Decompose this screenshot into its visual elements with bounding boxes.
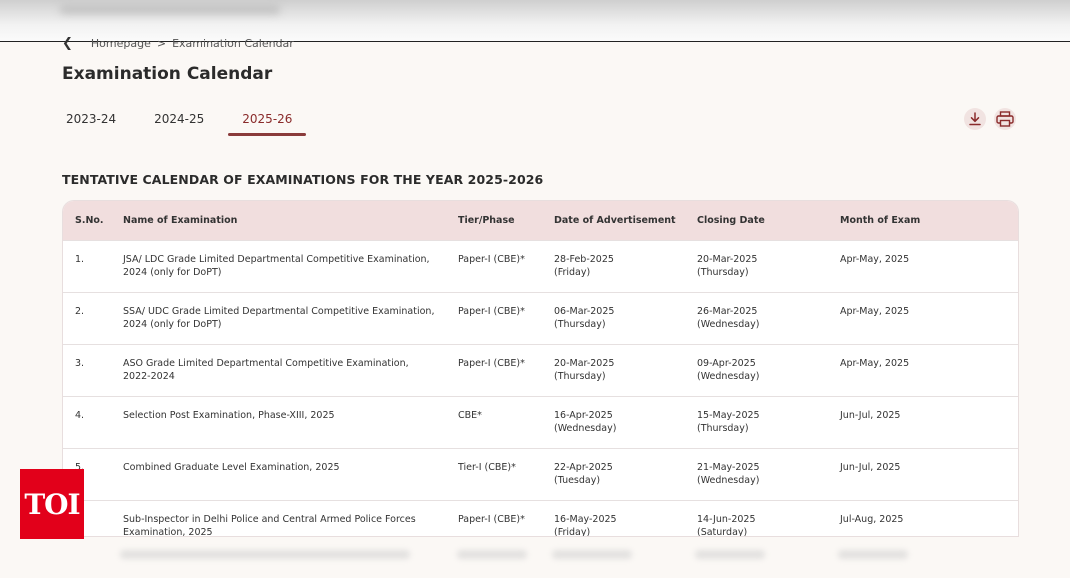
adv-day: (Wednesday)	[554, 423, 617, 434]
cell-close-date: 26-Mar-2025 (Wednesday)	[685, 291, 828, 344]
cell-exam-name: JSA/ LDC Grade Limited Departmental Comp…	[111, 239, 446, 292]
adv-day: (Tuesday)	[554, 475, 601, 486]
table-row: 5. Combined Graduate Level Examination, …	[63, 447, 1018, 500]
close-day: (Wednesday)	[697, 371, 760, 382]
cell-close-date: 14-Jun-2025 (Saturday)	[685, 499, 828, 537]
header-tier-phase: Tier/Phase	[458, 214, 515, 226]
breadcrumb-separator: >	[156, 36, 167, 50]
cell-tier: Paper-I (CBE)*	[446, 499, 542, 536]
breadcrumb-current: Examination Calendar	[172, 36, 294, 50]
table-row: 3. ASO Grade Limited Departmental Compet…	[63, 343, 1018, 396]
close-date: 15-May-2025	[697, 409, 760, 421]
close-day: (Saturday)	[697, 527, 748, 537]
close-day: (Thursday)	[697, 423, 749, 434]
tab-2025-26[interactable]: 2025-26	[228, 106, 307, 136]
toi-watermark-logo: TOI	[20, 469, 84, 539]
header-exam-name: Name of Examination	[123, 214, 238, 226]
cell-month: Jun-Jul, 2025	[828, 395, 1018, 448]
section-title: TENTATIVE CALENDAR OF EXAMINATIONS FOR T…	[62, 172, 544, 187]
cell-month: Apr-May, 2025	[828, 291, 1018, 344]
adv-day: (Thursday)	[554, 319, 606, 330]
cell-tier: Paper-I (CBE)*	[446, 239, 542, 292]
cell-close-date: 21-May-2025 (Wednesday)	[685, 447, 828, 500]
cell-month: Jun-Jul, 2025	[828, 447, 1018, 500]
close-day: (Thursday)	[697, 267, 749, 278]
cell-close-date: 20-Mar-2025 (Thursday)	[685, 239, 828, 292]
adv-date: 06-Mar-2025	[554, 305, 615, 317]
cell-sno: 4.	[63, 395, 111, 448]
table-row: 2. SSA/ UDC Grade Limited Departmental C…	[63, 291, 1018, 344]
cell-sno: 3.	[63, 343, 111, 396]
exam-calendar-table: S.No. Name of Examination Tier/Phase Dat…	[62, 200, 1019, 537]
close-day: (Wednesday)	[697, 475, 760, 486]
page-title: Examination Calendar	[62, 64, 273, 84]
tab-2024-25[interactable]: 2024-25	[150, 106, 208, 136]
header-placeholder	[60, 4, 280, 14]
header-exam-month: Month of Exam	[840, 214, 921, 226]
cell-month: Apr-May, 2025	[828, 239, 1018, 292]
cell-adv-date: 20-Mar-2025 (Thursday)	[542, 343, 685, 396]
adv-day: (Friday)	[554, 527, 591, 537]
table-row: 6. Sub-Inspector in Delhi Police and Cen…	[63, 499, 1018, 537]
cell-tier: CBE*	[446, 395, 542, 448]
cell-exam-name: Sub-Inspector in Delhi Police and Centra…	[111, 499, 446, 536]
blurred-next-row	[62, 538, 1019, 578]
header-closing-date: Closing Date	[697, 214, 765, 226]
adv-day: (Friday)	[554, 267, 591, 278]
cell-month: Jul-Aug, 2025	[828, 499, 1018, 536]
table-header-row: S.No. Name of Examination Tier/Phase Dat…	[63, 201, 1018, 240]
print-button[interactable]	[994, 108, 1016, 130]
cell-close-date: 15-May-2025 (Thursday)	[685, 395, 828, 448]
cell-adv-date: 06-Mar-2025 (Thursday)	[542, 291, 685, 344]
cell-sno: 1.	[63, 239, 111, 292]
cell-month: Apr-May, 2025	[828, 343, 1018, 396]
cell-adv-date: 16-May-2025 (Friday)	[542, 499, 685, 537]
printer-icon	[996, 111, 1014, 127]
cell-adv-date: 28-Feb-2025 (Friday)	[542, 239, 685, 292]
breadcrumb-home[interactable]: Homepage	[91, 37, 151, 50]
adv-date: 16-May-2025	[554, 513, 617, 525]
cell-exam-name: Combined Graduate Level Examination, 202…	[111, 447, 446, 500]
adv-date: 16-Apr-2025	[554, 409, 613, 421]
adv-date: 28-Feb-2025	[554, 253, 614, 265]
header-advertisement-date: Date of Advertisement	[554, 214, 676, 226]
close-date: 20-Mar-2025	[697, 253, 758, 265]
cell-exam-name: Selection Post Examination, Phase-XIII, …	[111, 395, 446, 448]
table-row: 4. Selection Post Examination, Phase-XII…	[63, 395, 1018, 448]
tab-2023-24[interactable]: 2023-24	[62, 106, 120, 136]
download-icon	[969, 112, 981, 126]
cell-sno: 2.	[63, 291, 111, 344]
breadcrumb: ❮ Homepage > Examination Calendar	[62, 36, 294, 50]
close-date: 09-Apr-2025	[697, 357, 756, 369]
cell-tier: Paper-I (CBE)*	[446, 291, 542, 344]
adv-day: (Thursday)	[554, 371, 606, 382]
close-date: 26-Mar-2025	[697, 305, 758, 317]
cell-tier: Tier-I (CBE)*	[446, 447, 542, 500]
cell-tier: Paper-I (CBE)*	[446, 343, 542, 396]
header-sno: S.No.	[75, 214, 104, 226]
close-day: (Wednesday)	[697, 319, 760, 330]
back-arrow-icon[interactable]: ❮	[62, 36, 73, 50]
cell-adv-date: 22-Apr-2025 (Tuesday)	[542, 447, 685, 500]
close-date: 21-May-2025	[697, 461, 760, 473]
cell-exam-name: ASO Grade Limited Departmental Competiti…	[111, 343, 446, 396]
close-date: 14-Jun-2025	[697, 513, 756, 525]
year-tabs: 2023-24 2024-25 2025-26	[62, 106, 326, 136]
table-row: 1. JSA/ LDC Grade Limited Departmental C…	[63, 239, 1018, 292]
cell-adv-date: 16-Apr-2025 (Wednesday)	[542, 395, 685, 448]
adv-date: 22-Apr-2025	[554, 461, 613, 473]
cell-exam-name: SSA/ UDC Grade Limited Departmental Comp…	[111, 291, 446, 344]
download-button[interactable]	[964, 108, 986, 130]
adv-date: 20-Mar-2025	[554, 357, 615, 369]
cell-close-date: 09-Apr-2025 (Wednesday)	[685, 343, 828, 396]
